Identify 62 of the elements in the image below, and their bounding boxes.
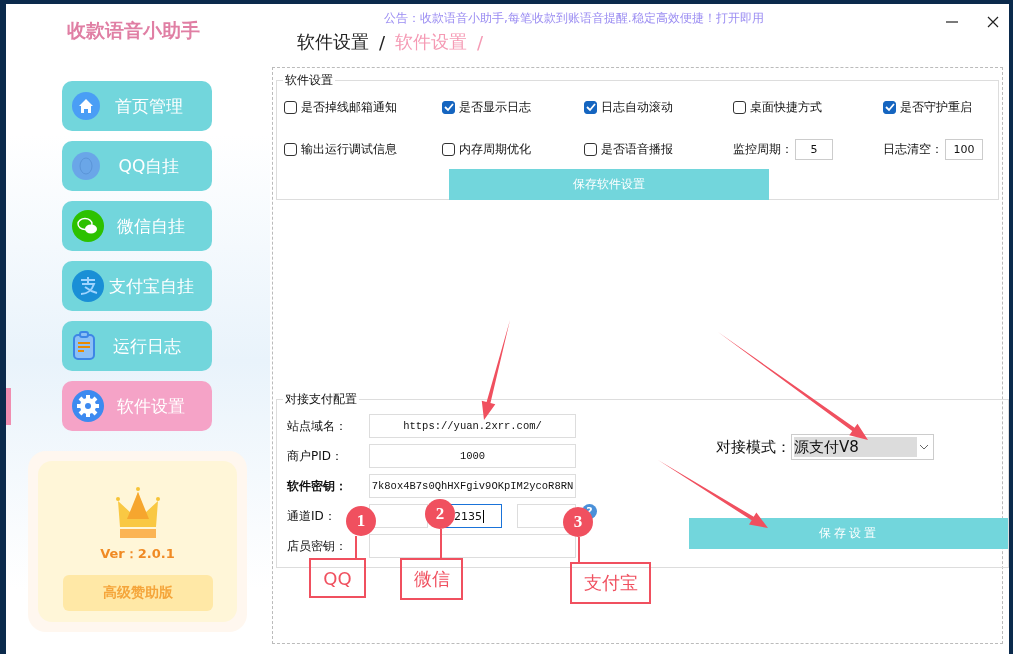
- checkbox-label: 是否语音播报: [601, 140, 673, 158]
- clipboard-icon: [72, 331, 96, 361]
- alipay-icon: [72, 270, 104, 302]
- edition-button[interactable]: 高级赞助版: [62, 575, 213, 611]
- breadcrumb-separator: /: [477, 31, 484, 53]
- callout-tooltip: 支付宝: [570, 562, 651, 604]
- input-field[interactable]: [369, 534, 576, 558]
- save-button[interactable]: 保存设置: [689, 518, 1008, 549]
- checkbox[interactable]: [442, 142, 455, 156]
- checkbox-label: 是否守护重启: [900, 98, 972, 116]
- checkbox[interactable]: [733, 100, 746, 114]
- checkbox[interactable]: [584, 100, 597, 114]
- close-icon[interactable]: [987, 16, 999, 28]
- input-field[interactable]: 7k8ox4B7s0QhHXFgiv9OKpIM2ycoR8RN: [369, 474, 576, 498]
- nav-button[interactable]: 支付宝自挂: [62, 261, 212, 311]
- checkbox-label: 是否显示日志: [459, 98, 531, 116]
- field-label: 通道ID：: [287, 507, 336, 525]
- leader-line: [355, 536, 357, 558]
- nav-button[interactable]: QQ自挂: [62, 141, 212, 191]
- checkbox[interactable]: [883, 100, 896, 114]
- checkbox[interactable]: [442, 100, 455, 114]
- nav-button[interactable]: 首页管理: [62, 81, 212, 131]
- breadcrumb-item[interactable]: 软件设置: [297, 30, 369, 54]
- chat-bubbles-icon: [72, 210, 104, 242]
- field-label: 监控周期：: [733, 140, 793, 158]
- input-field[interactable]: https://yuan.2xrr.com/: [369, 414, 576, 438]
- field-label: 商户PID：: [287, 447, 343, 465]
- mode-label: 对接模式：: [716, 437, 791, 457]
- nav-button[interactable]: 软件设置: [62, 381, 212, 431]
- home-icon: [72, 92, 100, 120]
- gear-icon: [72, 390, 104, 422]
- callout-tooltip: 微信: [400, 558, 463, 600]
- checkbox-label: 日志自动滚动: [601, 98, 673, 116]
- selection-marker: [6, 387, 11, 425]
- field-label: 软件密钥：: [287, 477, 347, 495]
- breadcrumb-separator: /: [379, 31, 386, 53]
- number-field[interactable]: 5: [795, 138, 833, 160]
- field-label: 站点域名：: [287, 417, 347, 435]
- checkbox-label: 输出运行调试信息: [301, 140, 397, 158]
- number-field[interactable]: 100: [945, 138, 983, 160]
- group-title: 软件设置: [284, 72, 334, 89]
- checkbox[interactable]: [284, 100, 297, 114]
- group-title: 对接支付配置: [284, 391, 358, 408]
- mode-dropdown[interactable]: 源支付V8: [791, 434, 934, 460]
- nav-button[interactable]: 微信自挂: [62, 201, 212, 251]
- callout-tooltip: QQ: [309, 558, 366, 598]
- nav-button[interactable]: 运行日志: [62, 321, 212, 371]
- field-label: 店员密钥：: [287, 537, 347, 555]
- input-field[interactable]: [369, 504, 428, 528]
- app-title: 收款语音小助手: [67, 18, 201, 43]
- notice-text: 公告：收款语音小助手,每笔收款到账语音提醒.稳定高效便捷！打开即用: [384, 10, 764, 27]
- input-field[interactable]: 1000: [369, 444, 576, 468]
- checkbox[interactable]: [284, 142, 297, 156]
- version-text: Ver：2.0.1: [100, 545, 175, 563]
- checkbox[interactable]: [584, 142, 597, 156]
- checkbox-label: 是否掉线邮箱通知: [301, 98, 397, 116]
- breadcrumb-item[interactable]: 软件设置: [395, 30, 468, 54]
- checkbox-label: 内存周期优化: [459, 140, 531, 158]
- leader-line: [440, 529, 442, 558]
- field-label: 日志清空：: [883, 140, 943, 158]
- checkbox-label: 桌面快捷方式: [750, 98, 822, 116]
- save-settings-button[interactable]: 保存软件设置: [449, 169, 769, 200]
